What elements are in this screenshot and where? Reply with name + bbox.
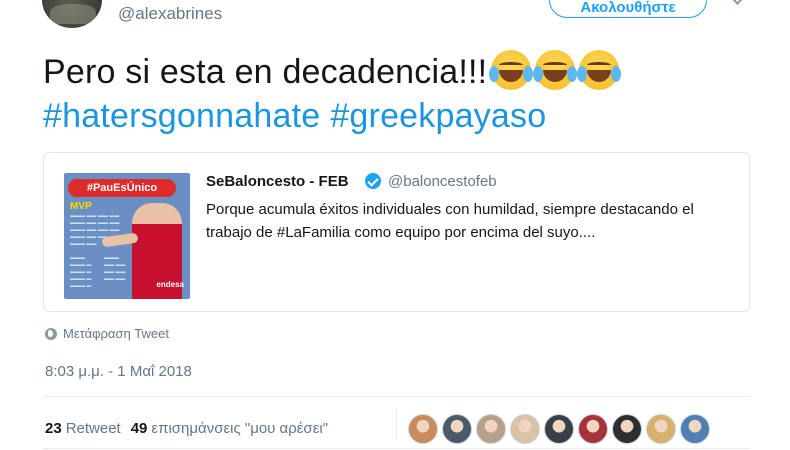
face-with-tears-of-joy-icon [489,50,532,91]
tweet-body: Pero si esta en decadencia!!! [43,53,488,91]
retweets-count: 23 [45,420,62,437]
liker-avatar-3[interactable] [476,414,506,444]
tweet-text: Pero si esta en decadencia!!! #hatersgon… [43,50,763,138]
quoted-author-handle[interactable]: @baloncestofeb [388,173,497,190]
image-stats-column: ▬▬▬ ▬▬▬ ▬ ▬▬▬ ▬ ▬▬▬ ▬ ▬▬▬ ▬ [70,255,92,289]
sponsor-logo: endesa [156,280,184,289]
stats-separator [396,408,397,440]
tweet-stats: 23 Retweet 49 επισημάνσεις "μου αρέσει" [45,420,328,437]
likes-label: επισημάνσεις "μου αρέσει" [151,420,329,437]
translate-label: Μετάφραση Tweet [63,326,169,341]
liker-avatar-2[interactable] [442,414,472,444]
verified-badge-icon [365,173,381,189]
tweet-timestamp[interactable]: 8:03 μ.μ. - 1 Μαΐ 2018 [45,363,192,380]
retweets-label: Retweet [65,420,121,437]
quoted-tweet-text: Porque acumula éxitos individuales con h… [206,201,694,241]
globe-icon [45,327,57,340]
chevron-down-icon[interactable] [731,0,744,5]
liker-avatar-9[interactable] [680,414,710,444]
author-handle[interactable]: @alexabrines [118,4,222,24]
face-with-tears-of-joy-icon [577,50,620,91]
face-with-tears-of-joy-icon [533,50,576,91]
liker-avatar-5[interactable] [544,414,574,444]
liker-avatar-8[interactable] [646,414,676,444]
retweets-stat[interactable]: 23 Retweet [45,420,121,437]
divider [43,396,750,397]
quoted-tweet-image[interactable]: #PauEsÚnico MVP ▬▬▬ ▬▬ ▬▬▬ ▬▬ ▬▬▬ ▬▬ ▬▬▬ ▬▬… [64,173,190,299]
image-stats-column: ▬▬▬ ▬▬ ▬▬▬ ▬▬ ▬▬▬ ▬▬ ▬▬▬ ▬▬ ▬▬▬ ▬▬ [70,213,97,247]
follow-button[interactable]: Ακολουθήστε [549,0,707,18]
hashtag-link[interactable]: #hatersgonnahate [43,97,320,135]
image-mvp-label: MVP [70,201,92,212]
hashtag-link[interactable]: #greekpayaso [330,97,546,135]
tweet-header: @alexabrines Ακολουθήστε [0,0,790,32]
liker-avatar-7[interactable] [612,414,642,444]
image-banner: #PauEsÚnico [68,179,176,197]
likes-stat[interactable]: 49 επισημάνσεις "μου αρέσει" [131,420,328,437]
quoted-author-name[interactable]: SeBaloncesto - FEB [206,173,349,190]
quoted-tweet-card[interactable]: #PauEsÚnico MVP ▬▬▬ ▬▬ ▬▬▬ ▬▬ ▬▬▬ ▬▬ ▬▬▬ ▬▬… [43,152,750,312]
image-stats-column: ▬▬▬ ▬▬ ▬▬ ▬▬ ▬▬ ▬▬ ▬▬ [104,255,126,282]
emoji-group [489,50,620,91]
liker-avatar-1[interactable] [408,414,438,444]
liker-avatar-4[interactable] [510,414,540,444]
likes-count: 49 [130,420,148,437]
author-avatar[interactable] [42,0,102,28]
liker-avatar-6[interactable] [578,414,608,444]
liker-avatars [408,414,710,444]
divider [43,448,750,449]
translate-tweet-link[interactable]: Μετάφραση Tweet [45,326,169,341]
